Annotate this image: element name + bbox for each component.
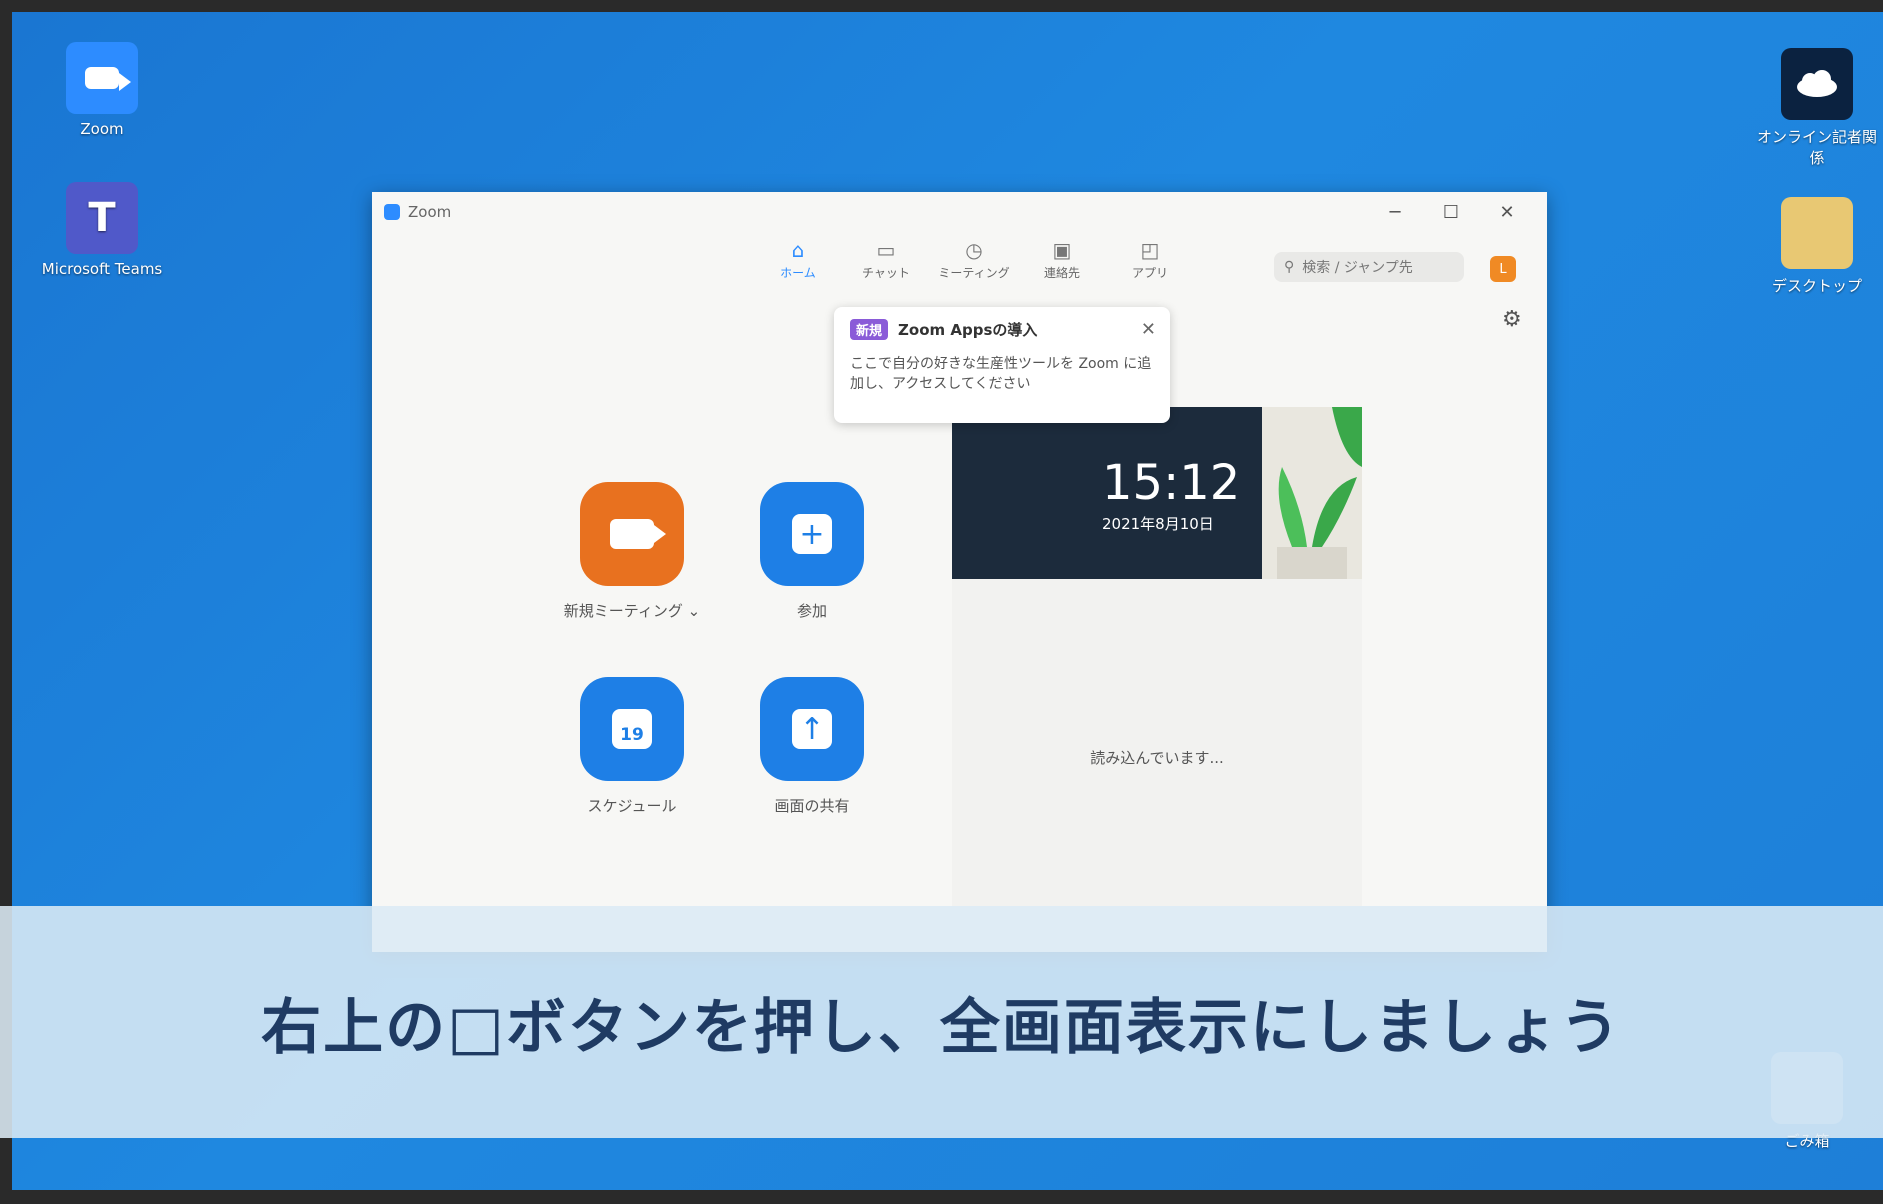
desktop-icon-zoom[interactable]: Zoom [37, 42, 167, 138]
join-button[interactable]: + [760, 482, 864, 586]
upload-arrow-icon: ↑ [792, 709, 832, 749]
tab-label: ホーム [780, 266, 816, 280]
share-screen-label: 画面の共有 [774, 797, 850, 815]
join-action[interactable]: + 参加 [722, 482, 902, 621]
search-icon: ⚲ [1284, 259, 1295, 275]
zoom-window: Zoom ─ ☐ ✕ ⌂ ホーム ▭ チャット ◷ ミーティング ▣ 連絡先 ◰… [372, 192, 1547, 952]
tab-label: チャット [862, 266, 910, 280]
tooltip-header: 新規 Zoom Appsの導入 [850, 319, 1154, 340]
clock-icon: ◷ [965, 238, 983, 262]
maximize-button[interactable]: ☐ [1423, 192, 1479, 232]
gear-icon[interactable]: ⚙ [1502, 307, 1522, 332]
new-meeting-button[interactable] [580, 482, 684, 586]
chat-icon: ▭ [876, 238, 896, 262]
tab-home[interactable]: ⌂ ホーム [754, 236, 842, 281]
window-title: Zoom [408, 203, 452, 221]
close-button[interactable]: ✕ [1479, 192, 1535, 232]
chevron-down-icon[interactable]: ⌄ [688, 602, 701, 620]
video-camera-icon [610, 519, 666, 549]
new-meeting-action[interactable]: 新規ミーティング ⌄ [542, 482, 722, 621]
tab-apps[interactable]: ◰ アプリ [1106, 236, 1194, 281]
cloud-icon [1781, 48, 1853, 120]
schedule-label: スケジュール [587, 797, 677, 815]
plant-illustration [1262, 407, 1362, 579]
schedule-button[interactable]: 19 [580, 677, 684, 781]
tooltip-body: ここで自分の好きな生産性ツールを Zoom に追加し、アクセスしてください [850, 356, 1152, 392]
home-icon: ⌂ [791, 238, 805, 262]
avatar[interactable]: L [1490, 256, 1516, 282]
tab-label: 連絡先 [1043, 266, 1080, 280]
zoom-apps-tooltip: 新規 Zoom Appsの導入 ✕ ここで自分の好きな生産性ツールを Zoom … [834, 307, 1170, 423]
tab-contacts[interactable]: ▣ 連絡先 [1018, 236, 1106, 281]
teams-app-icon: T [66, 182, 138, 254]
instruction-banner: 右上の□ボタンを押し、全画面表示にしましょう [0, 906, 1883, 1138]
zoom-logo-icon [384, 204, 400, 220]
upcoming-panel: 15:12 2021年8月10日 読み込んでいます... [952, 407, 1362, 952]
desktop-icon-label: デスクトップ [1771, 277, 1862, 295]
tab-chat[interactable]: ▭ チャット [842, 236, 930, 281]
tooltip-title: Zoom Appsの導入 [898, 321, 1038, 339]
close-icon[interactable]: ✕ [1141, 319, 1156, 340]
tab-label: ミーティング [938, 266, 1010, 280]
plus-icon: + [792, 514, 832, 554]
desktop-icon-teams[interactable]: T Microsoft Teams [37, 182, 167, 278]
loading-text: 読み込んでいます... [1090, 749, 1224, 767]
desktop-icon-folder[interactable]: デスクトップ [1752, 197, 1882, 296]
main-nav: ⌂ ホーム ▭ チャット ◷ ミーティング ▣ 連絡先 ◰ アプリ [754, 236, 1194, 281]
title-bar: Zoom ─ ☐ ✕ [372, 192, 1547, 232]
share-screen-button[interactable]: ↑ [760, 677, 864, 781]
contacts-icon: ▣ [1052, 238, 1072, 262]
search-input[interactable]: ⚲ 検索 / ジャンプ先 [1274, 252, 1464, 282]
desktop-icon-label: Zoom [80, 120, 124, 138]
zoom-app-icon [66, 42, 138, 114]
minimize-button[interactable]: ─ [1367, 192, 1423, 232]
tab-meetings[interactable]: ◷ ミーティング [930, 236, 1018, 281]
search-placeholder: 検索 / ジャンプ先 [1302, 260, 1413, 276]
folder-icon [1781, 197, 1853, 269]
desktop-icon-cloud[interactable]: オンライン記者関係 [1752, 48, 1882, 168]
clock-time: 15:12 [1102, 455, 1241, 511]
new-badge: 新規 [850, 319, 889, 340]
tab-label: アプリ [1131, 266, 1168, 280]
desktop-icon-label: Microsoft Teams [41, 260, 163, 278]
calendar-icon: 19 [612, 709, 652, 749]
home-actions: 新規ミーティング ⌄ + 参加 19 スケジュール ↑ 画面の共有 [542, 482, 902, 882]
schedule-action[interactable]: 19 スケジュール [542, 677, 722, 816]
clock-banner: 15:12 2021年8月10日 [952, 407, 1362, 579]
clock-date: 2021年8月10日 [1102, 515, 1214, 533]
share-screen-action[interactable]: ↑ 画面の共有 [722, 677, 902, 816]
apps-icon: ◰ [1140, 238, 1160, 262]
desktop-icon-label: オンライン記者関係 [1756, 128, 1877, 167]
top-toolbar: ⌂ ホーム ▭ チャット ◷ ミーティング ▣ 連絡先 ◰ アプリ ⚲ 検索 /… [372, 232, 1547, 304]
join-label: 参加 [796, 602, 827, 620]
instruction-caption: 右上の□ボタンを押し、全画面表示にしましょう [261, 992, 1622, 1063]
new-meeting-label: 新規ミーティング [563, 602, 683, 620]
